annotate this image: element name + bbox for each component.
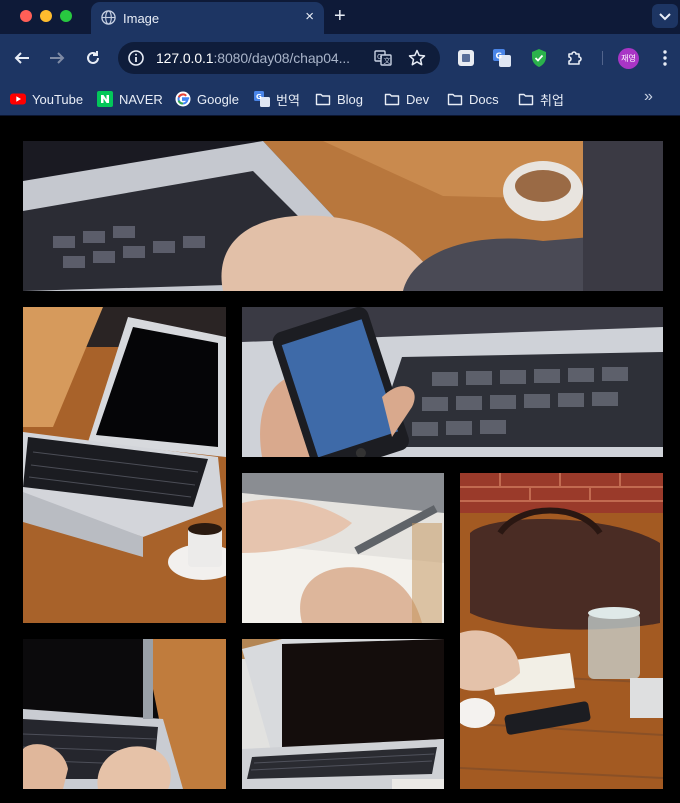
tab-active[interactable]: Image × bbox=[91, 2, 324, 34]
folder-icon bbox=[384, 93, 400, 106]
extension-screenshot-icon[interactable] bbox=[456, 48, 476, 68]
bookmark-label: 번역 bbox=[276, 92, 300, 108]
close-window-button[interactable] bbox=[20, 10, 32, 22]
naver-icon bbox=[97, 91, 113, 107]
bookmark-label: Dev bbox=[406, 91, 430, 107]
back-arrow-icon[interactable] bbox=[12, 48, 32, 68]
translate-icon: G bbox=[254, 91, 270, 107]
gallery-image-phone-hand bbox=[242, 307, 663, 457]
bookmark-google[interactable]: Google bbox=[175, 89, 239, 109]
gallery-image-typing-hands bbox=[23, 141, 663, 291]
bookmark-naver[interactable]: NAVER bbox=[97, 89, 163, 109]
bookmark-label: NAVER bbox=[119, 91, 163, 107]
url-text[interactable]: 127.0.0.1:8080/day08/chap04... bbox=[156, 50, 350, 66]
bookmark-label: Blog bbox=[337, 91, 364, 107]
bookmark-star-icon[interactable] bbox=[408, 49, 426, 67]
tab-strip: Image × + bbox=[0, 0, 680, 34]
url-path: :8080/day08/chap04... bbox=[213, 50, 351, 66]
reload-icon[interactable] bbox=[83, 48, 103, 68]
google-icon bbox=[175, 91, 191, 107]
bookmark-label: YouTube bbox=[32, 91, 84, 107]
bookmark-folder-jobs[interactable]: 취업 bbox=[518, 89, 564, 109]
chevron-down-icon bbox=[659, 13, 671, 21]
more-menu-icon[interactable] bbox=[660, 48, 670, 68]
url-host: 127.0.0.1 bbox=[156, 50, 214, 66]
bookmark-folder-dev[interactable]: Dev bbox=[384, 89, 429, 109]
address-bar[interactable]: 127.0.0.1:8080/day08/chap04... G 文 bbox=[118, 42, 440, 74]
bookmarks-overflow-button[interactable]: » bbox=[644, 88, 653, 106]
site-info-icon[interactable] bbox=[128, 50, 144, 66]
forward-arrow-icon[interactable] bbox=[47, 48, 67, 68]
tab-search-button[interactable] bbox=[652, 4, 678, 28]
svg-text:G: G bbox=[496, 52, 503, 61]
bookmark-label: Docs bbox=[469, 91, 499, 107]
tab-title: Image bbox=[123, 11, 160, 26]
svg-text:G: G bbox=[377, 53, 382, 61]
maximize-window-button[interactable] bbox=[60, 10, 72, 22]
toolbar-divider bbox=[602, 51, 603, 65]
gallery-image-writing-hand bbox=[242, 473, 444, 623]
globe-icon bbox=[101, 10, 116, 25]
bookmark-folder-blog[interactable]: Blog bbox=[315, 89, 363, 109]
bookmarks-bar: YouTube NAVER Google G 번역 Blog Dev Docs … bbox=[0, 82, 680, 116]
google-translate-extension-icon[interactable]: G bbox=[492, 48, 512, 68]
bookmark-youtube[interactable]: YouTube bbox=[10, 89, 83, 109]
bookmark-translate[interactable]: G 번역 bbox=[254, 89, 300, 109]
profile-avatar[interactable]: 재영 bbox=[618, 48, 639, 69]
svg-text:文: 文 bbox=[384, 56, 391, 65]
minimize-window-button[interactable] bbox=[40, 10, 52, 22]
gallery-image-typing-laptop bbox=[23, 639, 226, 789]
bookmark-label: 취업 bbox=[540, 92, 564, 108]
folder-icon bbox=[315, 93, 331, 106]
puzzle-extensions-icon[interactable] bbox=[565, 48, 585, 68]
youtube-icon bbox=[10, 93, 26, 105]
close-tab-icon[interactable]: × bbox=[305, 8, 314, 26]
page-content bbox=[0, 117, 680, 803]
translate-page-icon[interactable]: G 文 bbox=[374, 49, 392, 67]
gallery-image-open-laptop bbox=[242, 639, 444, 789]
navigation-toolbar: 127.0.0.1:8080/day08/chap04... G 文 G 재영 bbox=[0, 34, 680, 82]
folder-icon bbox=[518, 93, 534, 106]
gallery-image-bag-water bbox=[460, 473, 663, 789]
svg-text:G: G bbox=[256, 93, 262, 101]
bookmark-folder-docs[interactable]: Docs bbox=[447, 89, 499, 109]
folder-icon bbox=[447, 93, 463, 106]
bookmark-label: Google bbox=[197, 91, 239, 107]
gallery-image-laptop-coffee bbox=[23, 307, 226, 623]
new-tab-button[interactable]: + bbox=[334, 5, 346, 27]
shield-icon[interactable] bbox=[529, 48, 549, 68]
